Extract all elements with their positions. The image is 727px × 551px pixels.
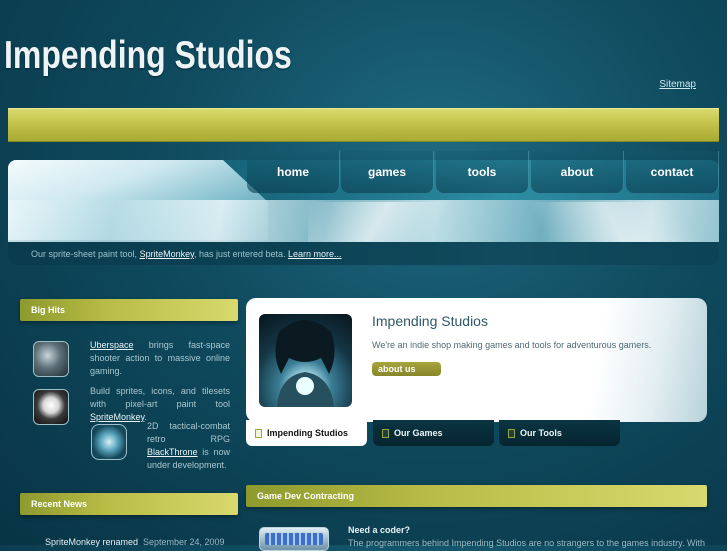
uberspace-icon[interactable] bbox=[33, 341, 69, 377]
uberspace-link[interactable]: Uberspace bbox=[90, 340, 134, 350]
nav-games[interactable]: games bbox=[341, 151, 434, 193]
feature-title: Impending Studios bbox=[372, 313, 488, 329]
tab-label: Impending Studios bbox=[267, 428, 348, 438]
banner-shard bbox=[308, 202, 488, 242]
hit-desc: Build sprites, icons, and tilesets with … bbox=[90, 386, 230, 409]
keyboard-image bbox=[259, 527, 329, 551]
document-icon bbox=[255, 428, 262, 438]
news-item-title[interactable]: SpriteMonkey renamed bbox=[45, 537, 138, 547]
header-band bbox=[8, 108, 719, 142]
portrait-figure bbox=[275, 320, 335, 407]
teaser-text: Our sprite-sheet paint tool, SpriteMonke… bbox=[31, 249, 342, 259]
blackthrone-link[interactable]: BlackThrone bbox=[147, 447, 198, 457]
news-item-date: September 24, 2009 bbox=[143, 537, 225, 547]
nav-contact[interactable]: contact bbox=[626, 151, 719, 193]
nav-about[interactable]: about bbox=[531, 151, 624, 193]
banner-shard bbox=[528, 202, 718, 242]
hit-item-spritemonkey: Build sprites, icons, and tilesets with … bbox=[90, 385, 230, 424]
tab-our-games[interactable]: Our Games bbox=[373, 420, 494, 446]
contracting-text: The programmers behind Impending Studios… bbox=[348, 538, 706, 548]
nav-tools[interactable]: tools bbox=[436, 151, 529, 193]
contracting-heading: Game Dev Contracting bbox=[246, 485, 707, 507]
feature-portrait-image bbox=[259, 314, 352, 407]
big-hits-heading: Big Hits bbox=[20, 299, 238, 321]
feature-description: We're an indie shop making games and too… bbox=[372, 340, 652, 350]
spritemonkey-link[interactable]: SpriteMonkey bbox=[90, 412, 144, 422]
tab-label: Our Tools bbox=[520, 428, 562, 438]
teaser-spritemonkey-link[interactable]: SpriteMonkey bbox=[140, 249, 194, 259]
document-icon bbox=[382, 428, 389, 438]
blackthrone-icon[interactable] bbox=[91, 424, 127, 460]
teaser-learn-more-link[interactable]: Learn more... bbox=[288, 249, 342, 259]
hit-item-blackthrone: 2D tactical-combat retro RPG BlackThrone… bbox=[147, 420, 230, 472]
site-logo[interactable]: Impending Studios bbox=[4, 34, 292, 78]
teaser-prefix: Our sprite-sheet paint tool, bbox=[31, 249, 138, 259]
teaser-middle: , has just entered beta. bbox=[193, 249, 286, 259]
hit-desc: 2D tactical-combat retro RPG bbox=[147, 421, 230, 444]
tab-impending-studios[interactable]: Impending Studios bbox=[246, 420, 367, 446]
hit-item-uberspace: Uberspace brings fast-space shooter acti… bbox=[90, 339, 230, 378]
monkey-icon[interactable] bbox=[33, 389, 69, 425]
recent-news-heading: Recent News bbox=[20, 493, 238, 515]
tab-label: Our Games bbox=[394, 428, 443, 438]
contracting-subheading: Need a coder? bbox=[348, 525, 411, 535]
about-us-button[interactable]: about us bbox=[372, 362, 441, 376]
nav-home[interactable]: home bbox=[247, 151, 340, 193]
sitemap-link[interactable]: Sitemap bbox=[659, 79, 696, 90]
document-icon bbox=[508, 428, 515, 438]
tab-our-tools[interactable]: Our Tools bbox=[499, 420, 620, 446]
